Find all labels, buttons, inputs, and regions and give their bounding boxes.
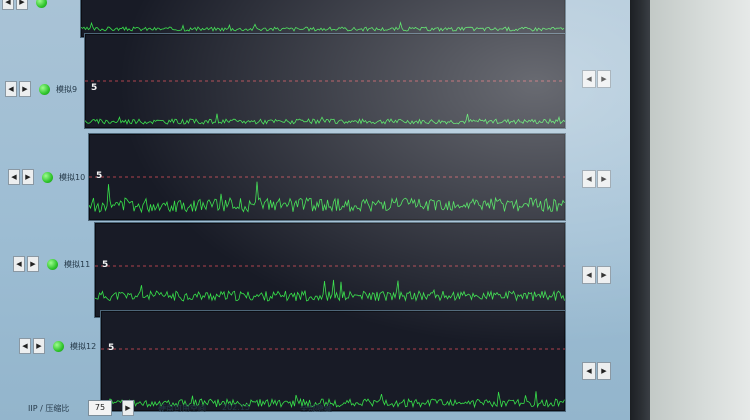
- monitor-bezel: [628, 0, 650, 420]
- channel-label: 模拟9: [56, 84, 78, 94]
- scale-label: 5: [108, 343, 115, 353]
- next-arrow-button[interactable]: ▶: [27, 256, 39, 272]
- signal-trace: [89, 181, 565, 214]
- prev-arrow-button[interactable]: ◀: [13, 256, 25, 272]
- channel-controls-top: ◀ ▶: [2, 0, 47, 10]
- prev-arrow-button[interactable]: ◀: [2, 0, 14, 10]
- scale-label: 5: [96, 171, 103, 181]
- status-led-icon: [36, 0, 47, 8]
- prev-arrow-button[interactable]: ◀: [5, 81, 17, 97]
- channel-right-controls-12: ◀ ▶: [582, 362, 611, 380]
- waveform-panel-11: 5: [94, 222, 566, 318]
- waveform-trace-11: [95, 265, 565, 302]
- channel-controls-11: ◀ ▶ 模拟11: [13, 256, 90, 272]
- channel-label: 模拟12: [70, 341, 97, 351]
- next-arrow-button[interactable]: ▶: [597, 362, 611, 380]
- channel-right-controls-10: ◀ ▶: [582, 170, 611, 188]
- signal-trace: [95, 279, 565, 302]
- next-arrow-button[interactable]: ▶: [597, 266, 611, 284]
- waveform-trace-top: [81, 21, 565, 32]
- monitor-screen: ◀ ▶ ◀ ▶ 模拟9 5 ◀ ▶ ◀ ▶ 模拟10 5 ◀ ▶ ◀ ▶ 模拟1…: [0, 0, 630, 420]
- waveform-trace-10: [89, 176, 565, 214]
- ratio-label: IIP / 压缩比: [28, 404, 70, 413]
- scale-label: 5: [102, 260, 109, 270]
- ratio-stepper-button[interactable]: ▶: [122, 400, 134, 416]
- channel-label: 模拟11: [64, 259, 91, 269]
- ratio-input[interactable]: 75: [88, 400, 112, 416]
- status-led-icon: [39, 83, 50, 95]
- status-led-icon: [53, 340, 64, 352]
- waveform-panel-10: 5: [88, 133, 566, 221]
- signal-trace: [81, 21, 565, 32]
- next-arrow-button[interactable]: ▶: [19, 81, 31, 97]
- channel-right-controls-11: ◀ ▶: [582, 266, 611, 284]
- wall-background: [640, 0, 750, 420]
- next-arrow-button[interactable]: ▶: [16, 0, 28, 10]
- prev-arrow-button[interactable]: ◀: [19, 338, 31, 354]
- next-arrow-button[interactable]: ▶: [33, 338, 45, 354]
- signal-trace: [85, 113, 565, 125]
- waveform-trace-9: [85, 80, 565, 125]
- hide-all-button[interactable]: 全部隐藏: [300, 403, 332, 414]
- status-led-icon: [42, 171, 53, 183]
- channel-controls-9: ◀ ▶ 模拟9: [5, 81, 77, 97]
- channel-right-controls-9: ◀ ▶: [582, 70, 611, 88]
- prev-arrow-button[interactable]: ◀: [582, 70, 596, 88]
- bottom-status-bar: IIP / 压缩比 75 ▶ 硬盘可用空间 202.15 全部隐藏: [0, 396, 630, 420]
- next-arrow-button[interactable]: ▶: [597, 70, 611, 88]
- next-arrow-button[interactable]: ▶: [597, 170, 611, 188]
- prev-arrow-button[interactable]: ◀: [582, 266, 596, 284]
- channel-label: 模拟10: [59, 172, 86, 182]
- next-arrow-button[interactable]: ▶: [22, 169, 34, 185]
- scale-label: 5: [91, 83, 98, 93]
- prev-arrow-button[interactable]: ◀: [582, 362, 596, 380]
- prev-arrow-button[interactable]: ◀: [8, 169, 20, 185]
- status-led-icon: [47, 258, 58, 270]
- disk-space-value: 202.15: [222, 403, 250, 412]
- waveform-panel-9: 5: [84, 33, 566, 129]
- channel-controls-10: ◀ ▶ 模拟10: [8, 169, 85, 185]
- channel-controls-12: ◀ ▶ 模拟12: [19, 338, 96, 354]
- disk-space-label: 硬盘可用空间: [158, 404, 206, 413]
- prev-arrow-button[interactable]: ◀: [582, 170, 596, 188]
